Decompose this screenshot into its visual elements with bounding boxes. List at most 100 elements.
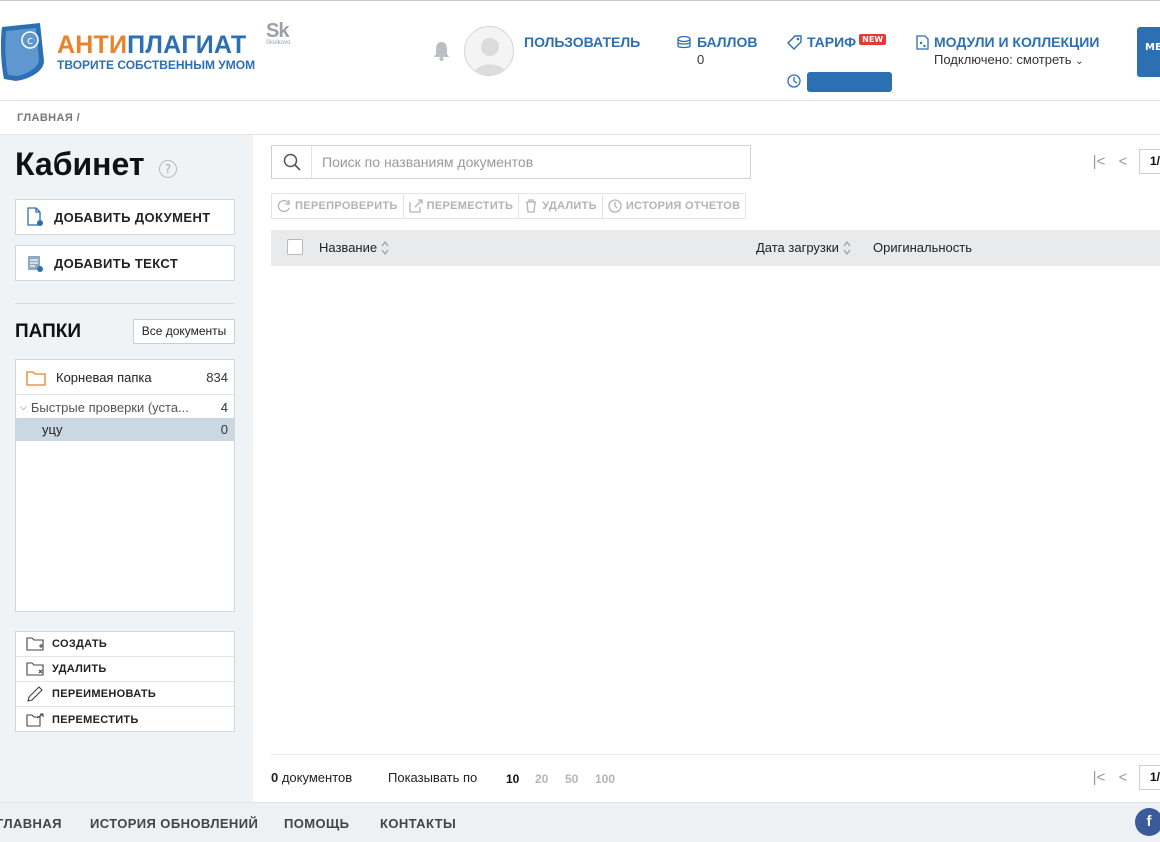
move-icon [408,199,423,213]
all-documents-button[interactable]: Все документы [133,319,235,344]
move-button[interactable]: ПЕРЕМЕСТИТЬ [402,193,520,219]
points-label[interactable]: БАЛЛОВ [697,34,757,50]
page-indicator-top[interactable]: 1/1 [1139,149,1160,174]
folder-quick-checks-count: 4 [220,399,228,415]
add-text-icon [28,256,43,272]
sort-icon [843,240,851,255]
folder-quick-checks-label: Быстрые проверки (уста... [30,399,189,415]
footer-link-contacts[interactable]: КОНТАКТЫ [380,816,456,831]
breadcrumb-separator: / [76,112,81,124]
folder-icon [26,370,46,386]
shield-logo-icon[interactable]: c [0,21,45,81]
column-name-label: Название [319,240,378,255]
document-count: 0 документов [271,770,352,785]
logo-title[interactable]: АНТИПЛАГИАТ [57,31,246,60]
search-box [271,145,751,179]
menu-button[interactable]: МЕ [1137,27,1160,77]
add-document-icon [27,207,43,226]
points-value: 0 [697,52,705,67]
folder-add-icon [26,637,44,651]
user-menu-label[interactable]: ПОЛЬЗОВАТЕЛЬ [524,34,640,50]
search-icon [283,153,301,171]
folder-selected-count: 0 [220,422,228,437]
logo-part-plagiat: ПЛАГИАТ [127,31,247,59]
first-page-icon[interactable]: |< [1091,769,1107,786]
folder-selected-label: уцу [42,422,63,437]
tree-divider [16,394,234,395]
recheck-label: ПЕРЕПРОВЕРИТЬ [295,200,398,212]
footer-link-home[interactable]: ГЛАВНАЯ [0,816,62,831]
search-input[interactable] [312,154,732,170]
sort-icon [381,240,389,255]
top-header: c АНТИПЛАГИАТ ТВОРИТЕ СОБСТВЕННЫМ УМОМ S… [0,0,1160,101]
folder-root-count: 834 [206,370,228,385]
column-name[interactable]: Название [319,240,389,255]
chevron-down-icon[interactable]: ⌵ [20,402,27,413]
footer-link-updates[interactable]: ИСТОРИЯ ОБНОВЛЕНИЙ [90,816,258,831]
column-upload-date-label: Дата загрузки [756,240,839,255]
facebook-icon[interactable]: f [1135,808,1160,836]
logo-tagline: ТВОРИТЕ СОБСТВЕННЫМ УМОМ [57,58,256,72]
folder-move-icon [26,712,44,727]
column-upload-date[interactable]: Дата загрузки [756,240,851,255]
folder-selected[interactable]: уцу 0 [16,418,234,441]
per-page-20[interactable]: 20 [535,772,548,786]
per-page-10[interactable]: 10 [506,772,519,786]
history-clock-icon [608,199,622,213]
user-silhouette-icon [473,38,507,75]
delete-folder-button[interactable]: УДАЛИТЬ [16,657,234,682]
breadcrumb-home[interactable]: ГЛАВНАЯ [17,112,73,124]
rename-folder-label: ПЕРЕИМЕНОВАТЬ [52,688,157,700]
delete-button[interactable]: УДАЛИТЬ [518,193,603,219]
modules-icon [916,35,929,50]
folders-title: ПАПКИ [15,321,82,342]
document-count-label: документов [278,770,353,785]
folder-actions: СОЗДАТЬ УДАЛИТЬ ПЕРЕИМЕНОВАТЬ ПЕРЕМЕСТИТ… [15,631,235,732]
delete-label: УДАЛИТЬ [542,200,597,212]
recheck-button[interactable]: ПЕРЕПРОВЕРИТЬ [271,193,404,219]
page-indicator-bottom[interactable]: 1/1 [1139,765,1160,790]
tariff-expiry-chip[interactable] [807,72,892,92]
bell-icon[interactable] [433,41,450,61]
avatar[interactable] [464,26,514,76]
skolkovo-logo: Sk Skolkovo [266,20,290,46]
delete-folder-label: УДАЛИТЬ [52,663,107,675]
report-history-label: ИСТОРИЯ ОТЧЕТОВ [625,200,741,212]
select-all-checkbox[interactable] [287,239,303,255]
breadcrumb: ГЛАВНАЯ / [17,112,80,124]
search-button[interactable] [272,146,312,178]
folder-root[interactable]: Корневая папка 834 [16,364,234,391]
add-document-button[interactable]: ДОБАВИТЬ ДОКУМЕНТ [15,199,235,235]
folder-remove-icon [26,662,44,676]
move-label: ПЕРЕМЕСТИТЬ [426,200,514,212]
column-originality[interactable]: Оригинальность [873,240,972,255]
tag-icon [787,35,802,50]
skolkovo-logo-text: Sk [266,20,289,42]
per-page-100[interactable]: 100 [595,772,615,786]
first-page-icon[interactable]: |< [1091,153,1107,170]
create-folder-button[interactable]: СОЗДАТЬ [16,632,234,657]
sidebar-divider [15,303,235,304]
add-document-label: ДОБАВИТЬ ДОКУМЕНТ [54,209,211,225]
chevron-down-icon: ⌄ [1075,56,1084,67]
prev-page-icon[interactable]: < [1115,153,1131,170]
table-footer-divider [271,754,1160,755]
move-folder-button[interactable]: ПЕРЕМЕСТИТЬ [16,707,234,732]
page-title: Кабинет [15,146,145,182]
add-text-button[interactable]: ДОБАВИТЬ ТЕКСТ [15,245,235,281]
modules-link[interactable]: Подключено: смотреть ⌄ [934,52,1084,67]
pager-bottom: |< < 1/1 [1091,765,1160,790]
help-icon[interactable]: ? [159,160,177,178]
per-page-50[interactable]: 50 [565,772,578,786]
clock-icon [787,74,801,88]
report-history-button[interactable]: ИСТОРИЯ ОТЧЕТОВ [601,193,747,219]
pager-top: |< < 1/1 [1091,149,1160,174]
footer-link-help[interactable]: ПОМОЩЬ [284,816,349,831]
rename-folder-button[interactable]: ПЕРЕИМЕНОВАТЬ [16,682,234,707]
skolkovo-logo-subtext: Skolkovo [266,40,291,46]
modules-label[interactable]: МОДУЛИ И КОЛЛЕКЦИИ [934,34,1099,50]
prev-page-icon[interactable]: < [1115,769,1131,786]
tariff-label[interactable]: ТАРИФ NEW [807,34,887,50]
folder-quick-checks[interactable]: ⌵ Быстрые проверки (уста... 4 [16,396,234,418]
folder-tree: Корневая папка 834 ⌵ Быстрые проверки (у… [15,359,235,612]
